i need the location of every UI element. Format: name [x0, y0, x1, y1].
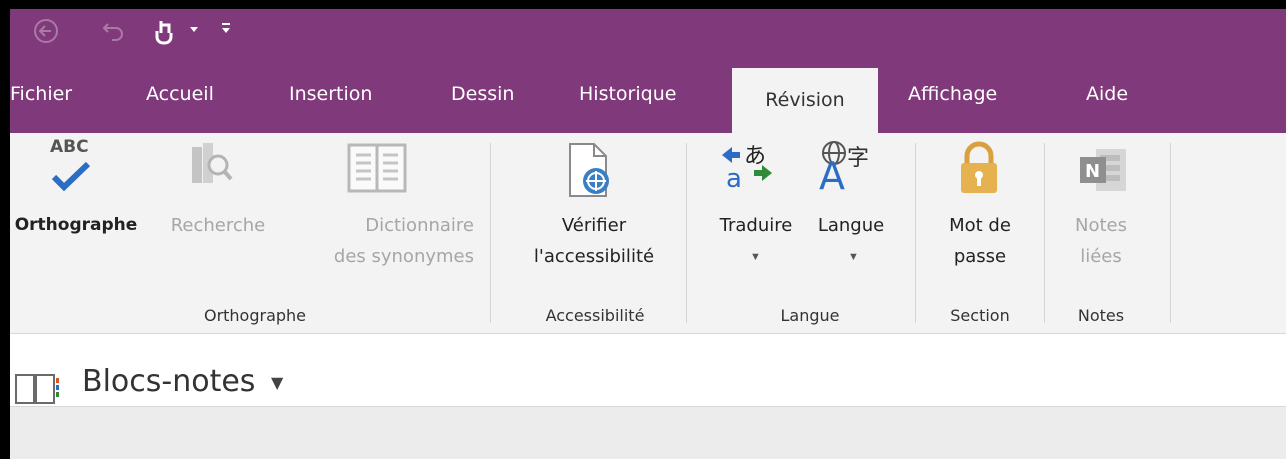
svg-text:N: N [1085, 161, 1100, 182]
tab-dessin[interactable]: Dessin [451, 77, 514, 111]
group-divider [915, 143, 916, 323]
language-icon: A字 [815, 139, 875, 198]
traduire-label: Traduire [719, 215, 793, 236]
customize-qat-icon[interactable] [220, 21, 232, 40]
quick-access-toolbar [10, 9, 1286, 55]
notebook-title-label: Blocs-notes [82, 364, 256, 399]
verifier-label-line1: Vérifier [561, 215, 627, 236]
notebook-dropdown-icon[interactable]: ▼ [271, 373, 283, 392]
group-label-notes: Notes [1077, 306, 1125, 325]
group-label-accessibilite: Accessibilité [545, 306, 645, 325]
back-icon[interactable] [32, 17, 60, 50]
tab-revision[interactable]: Révision [732, 68, 878, 133]
lock-icon [958, 139, 1000, 202]
touch-mode-icon[interactable] [150, 17, 178, 52]
group-label-orthographe: Orthographe [203, 306, 307, 325]
qat-dropdown-icon[interactable] [188, 23, 200, 41]
group-label-langue: Langue [780, 306, 840, 325]
tab-insertion[interactable]: Insertion [289, 77, 372, 111]
notebook-icon [14, 372, 64, 413]
svg-text:あ: あ [744, 144, 766, 169]
svg-text:a: a [726, 164, 742, 189]
langue-dropdown-icon: ▼ [848, 251, 859, 263]
notes-liees-label-line1: Notes [1075, 215, 1127, 236]
recherche-label: Recherche [170, 215, 266, 236]
dictionnaire-label-line1: Dictionnaire [365, 215, 474, 236]
group-divider [490, 143, 491, 323]
tab-aide[interactable]: Aide [1086, 77, 1128, 111]
onenote-window: Fichier Accueil Insertion Dessin Histori… [10, 9, 1286, 459]
mot-de-passe-label-line2: passe [953, 246, 1007, 267]
onenote-linked-notes-icon: N [1078, 145, 1128, 200]
ribbon-panel: ABC Orthographe Recherche Dictionnaire d… [10, 133, 1286, 334]
checkmark-icon [50, 161, 92, 198]
svg-text:A: A [819, 154, 845, 193]
ribbon-tabs: Fichier Accueil Insertion Dessin Histori… [10, 55, 1286, 133]
notes-liees-label-line2: liées [1080, 246, 1122, 267]
group-divider [1044, 143, 1045, 323]
traduire-dropdown-icon: ▼ [750, 251, 761, 263]
langue-label: Langue [817, 215, 885, 236]
translate-icon: あa [720, 141, 776, 194]
group-divider [686, 143, 687, 323]
tab-accueil[interactable]: Accueil [146, 77, 214, 111]
accessibility-checker-icon [567, 141, 613, 204]
notebook-bar: Blocs-notes ▼ [10, 334, 1286, 407]
research-books-icon [190, 141, 234, 192]
orthographe-label: Orthographe [14, 215, 138, 235]
verifier-label-line2: l'accessibilité [533, 246, 655, 267]
group-divider [1170, 143, 1171, 323]
notebook-title[interactable]: Blocs-notes ▼ [82, 364, 283, 399]
svg-text:字: 字 [847, 146, 869, 171]
group-label-section: Section [950, 306, 1010, 325]
dictionnaire-label-line2: des synonymes [333, 246, 474, 267]
thesaurus-book-icon [346, 141, 408, 200]
tab-fichier[interactable]: Fichier [10, 77, 72, 111]
tab-affichage[interactable]: Affichage [908, 77, 997, 111]
tab-historique[interactable]: Historique [579, 77, 676, 111]
abc-icon: ABC [50, 137, 89, 157]
mot-de-passe-label-line1: Mot de [949, 215, 1011, 236]
undo-icon[interactable] [100, 17, 128, 50]
